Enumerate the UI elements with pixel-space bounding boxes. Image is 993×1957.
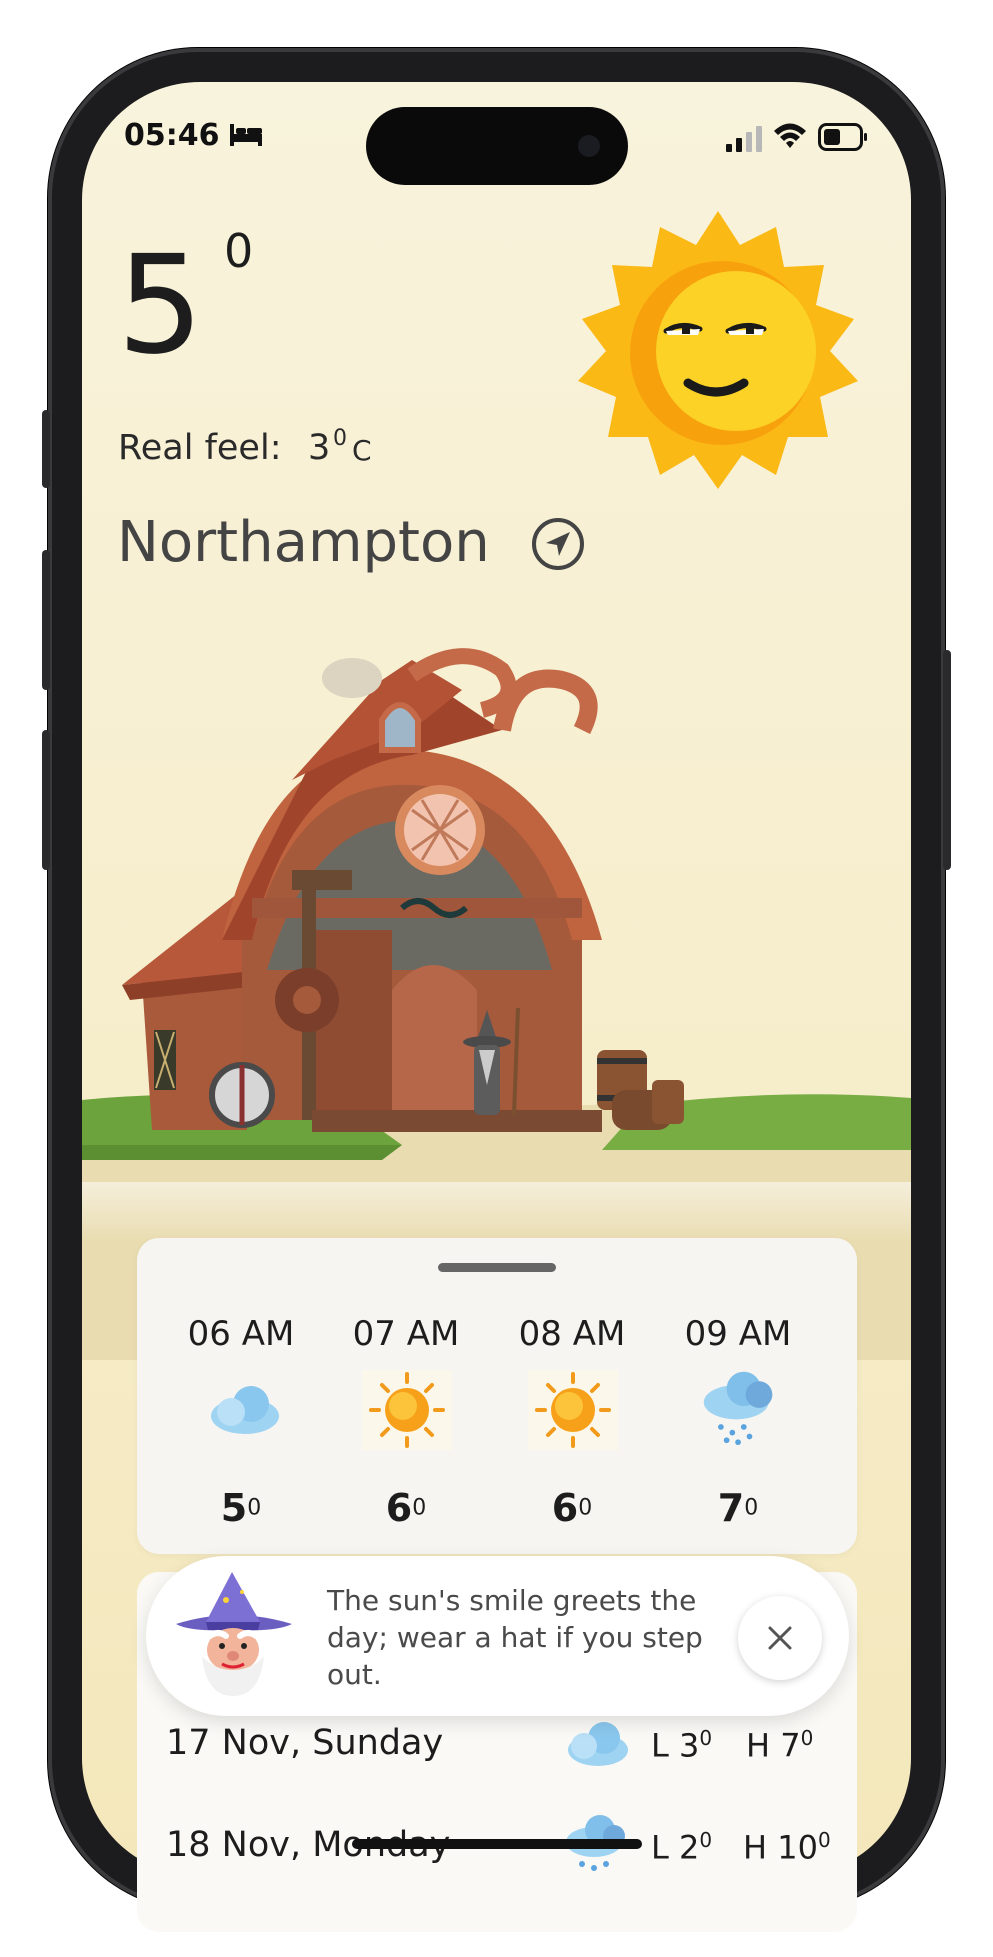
real-feel-unit: C [352, 434, 372, 467]
battery-icon [818, 123, 867, 151]
day-high: H 100 [743, 1828, 831, 1867]
bed-icon [230, 124, 262, 146]
current-temperature: 5 [117, 227, 204, 385]
city-name[interactable]: Northampton [117, 510, 490, 575]
rain-cloud-icon [703, 1371, 773, 1446]
drag-handle[interactable] [438, 1263, 556, 1272]
volume-up-button [42, 550, 50, 690]
day-low: L 30 [651, 1726, 712, 1765]
status-time: 05:46 [124, 118, 220, 153]
mute-switch [42, 410, 50, 488]
hour-temp: 7 [717, 1486, 745, 1530]
wizard-avatar [176, 1572, 292, 1696]
day-low: L 20 [651, 1828, 712, 1867]
location-arrow-icon[interactable] [530, 516, 586, 572]
real-feel-value: 3 [308, 428, 331, 468]
hour-item: 07 AM [326, 1314, 486, 1354]
cellular-signal-icon [726, 126, 762, 152]
low-degree: 0 [699, 1828, 713, 1852]
hour-deg: 0 [412, 1495, 427, 1521]
day-date: 17 Nov, Sunday [166, 1723, 444, 1763]
hour-time: 06 AM [187, 1314, 295, 1354]
sun-icon [528, 1370, 618, 1450]
day-high: H 70 [746, 1726, 813, 1765]
hour-temp: 5 [220, 1486, 248, 1530]
hour-temp-wrap: 60 [492, 1486, 652, 1530]
temperature-degree: 0 [224, 224, 254, 278]
front-camera [578, 135, 600, 157]
hour-item: 08 AM [492, 1314, 652, 1354]
low-degree: 0 [699, 1726, 713, 1750]
real-feel-degree: 0 [333, 426, 347, 451]
hour-temp-wrap: 70 [658, 1486, 818, 1530]
smiling-sun-icon [578, 211, 858, 489]
sun-icon [362, 1370, 452, 1450]
low-label: L [651, 1726, 669, 1765]
hour-temp: 6 [551, 1486, 579, 1530]
hour-temp-wrap: 60 [326, 1486, 486, 1530]
high-label: H [743, 1828, 768, 1867]
hour-time: 07 AM [352, 1314, 460, 1354]
hour-item: 09 AM [658, 1314, 818, 1354]
high-degree: 0 [817, 1828, 831, 1852]
hour-time: 09 AM [684, 1314, 792, 1354]
hour-deg: 0 [578, 1495, 593, 1521]
hour-temp-wrap: 50 [161, 1486, 321, 1530]
home-indicator[interactable] [352, 1839, 642, 1849]
low-label: L [651, 1828, 669, 1867]
scene-fade [82, 1182, 911, 1242]
real-feel-label: Real feel: [118, 428, 282, 468]
wifi-icon [774, 123, 806, 148]
high-degree: 0 [800, 1726, 814, 1750]
hour-deg: 0 [744, 1495, 759, 1521]
low-value: 3 [679, 1726, 700, 1765]
power-button [943, 650, 951, 870]
volume-down-button [42, 730, 50, 870]
hour-item: 06 AM [161, 1314, 321, 1354]
advice-text: The sun's smile greets the day; wear a h… [327, 1584, 703, 1691]
cloud-icon [211, 1386, 279, 1434]
high-label: H [746, 1726, 771, 1765]
hour-deg: 0 [247, 1495, 262, 1521]
hour-time: 08 AM [518, 1314, 626, 1354]
hour-temp: 6 [385, 1486, 413, 1530]
cloud-icon [568, 1722, 628, 1766]
low-value: 2 [679, 1828, 700, 1867]
close-button[interactable] [738, 1596, 822, 1680]
high-value: 10 [777, 1828, 818, 1867]
high-value: 7 [780, 1726, 801, 1765]
close-icon[interactable] [738, 1596, 822, 1680]
